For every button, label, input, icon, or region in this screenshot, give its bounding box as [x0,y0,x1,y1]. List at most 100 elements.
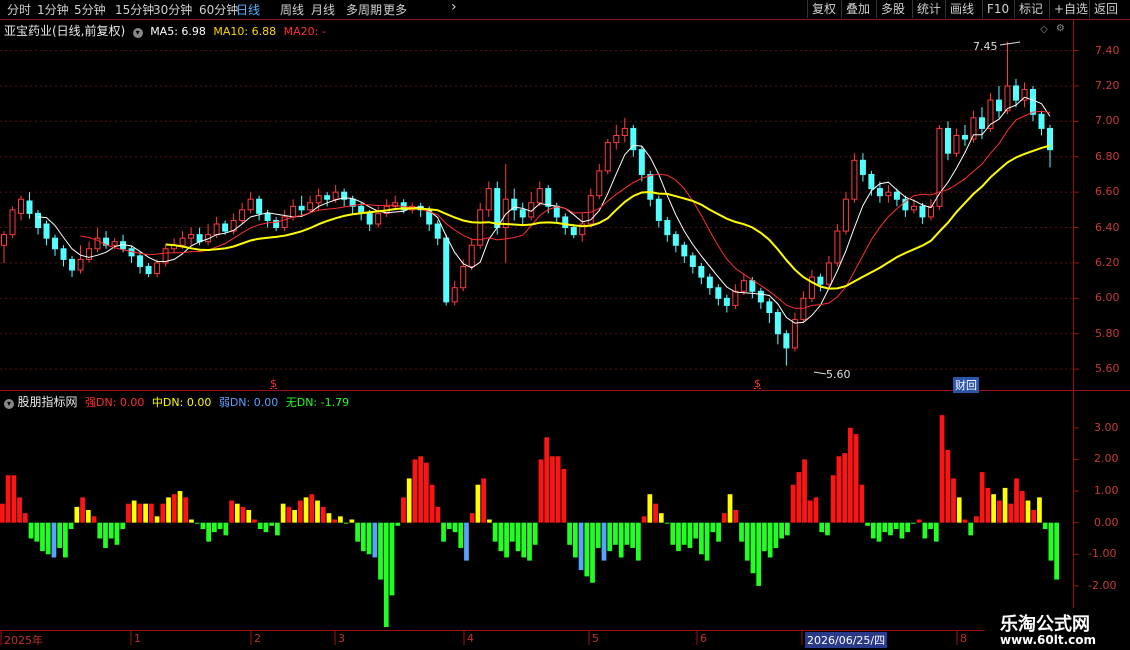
candle-body [970,117,977,140]
indicator-bar [968,522,974,536]
tab-2[interactable]: 5分钟 [74,1,106,18]
indicator-bar [842,453,847,523]
candle-body [1,234,7,246]
indicator-bar [401,497,406,523]
toolbar-button-7[interactable]: +自选 [1049,0,1092,18]
candle-body [1029,88,1036,115]
candle-body [9,209,16,236]
finance-badge[interactable]: 财回 [953,377,979,393]
candle-body [264,212,271,221]
tab-7[interactable]: 周线 [280,1,304,18]
ma5-line [37,96,1051,324]
toolbar-button-3[interactable]: 统计 [912,0,945,18]
indicator-bar [1025,500,1031,523]
dividend-marker[interactable]: $ [270,377,277,390]
period-toolbar: 分时 1分钟 5分钟 15分钟 30分钟 60分钟 日线 周线 月线 多周期 更多 › 复权 叠加 多股 统计… [0,0,1130,19]
indicator-bar [527,522,532,561]
price-tick-label: 6.60 [1095,185,1120,199]
toolbar-button-5[interactable]: F10 [982,0,1013,18]
indicator-bar [183,497,189,523]
low-arrow [813,371,827,375]
indicator-bar [716,522,721,542]
candle-body [69,258,76,271]
indicator-bar [343,522,349,524]
indicator-bar [280,503,286,523]
gear-icon[interactable]: ⚙ [1056,23,1065,34]
indicator-bar [126,503,131,523]
price-tick-label: 6.40 [1095,220,1120,234]
kline-chart[interactable] [0,0,1130,650]
indicator-tick-label: -1.00 [1088,547,1117,561]
indicator-bar [555,456,561,523]
candle-body [681,244,688,257]
indicator-legend: ▾ 股朋指标网 强DN: 0.00 中DN: 0.00 弱DN: 0.00 无D… [4,393,349,410]
indicator-bar [257,522,263,529]
candle-body [247,198,254,211]
candle-body [698,265,705,278]
indicator-bar [189,519,194,523]
collapse-icon[interactable]: ▾ [4,399,14,409]
dividend-marker[interactable]: $ [754,377,761,390]
toolbar-button-8[interactable]: 返回 [1089,0,1122,18]
indicator-bar [372,522,378,558]
toolbar-button-2[interactable]: 多股 [876,0,909,18]
tab-1[interactable]: 1分钟 [37,1,69,18]
tab-9[interactable]: 多周期 [346,1,382,18]
ma20-line [165,144,1051,290]
tab-10[interactable]: 更多 [383,1,407,18]
collapse-icon[interactable]: ▾ [132,28,143,38]
indicator-bar [911,522,916,524]
indicator-bar [962,519,968,523]
candle-body [324,195,331,200]
tab-5[interactable]: 60分钟 [199,1,238,18]
tab-4[interactable]: 30分钟 [153,1,192,18]
indicator-bar [636,522,641,561]
candle-body [383,205,390,214]
indicator-bar [905,522,911,533]
ma20-label: MA20: - [283,25,326,38]
toolbar-button-0[interactable]: 复权 [807,0,840,18]
indicator-bar [933,522,939,542]
indicator-bar [1014,478,1019,523]
indicator-bar [607,522,613,552]
indicator-bar [1048,522,1054,561]
candle-body [817,276,824,285]
date-tick-label: 2026/06/25/四 [805,632,888,648]
candle-body [910,205,917,211]
price-tick-label: 6.00 [1095,291,1120,305]
candle-body [52,237,59,250]
indicator-bar [360,522,366,552]
indicator-bar [97,522,103,539]
tab-0[interactable]: 分时 [7,1,31,18]
indicator-bar [5,475,11,523]
candle-body [409,205,416,211]
candle-body [366,212,373,225]
candle-body [434,223,441,239]
toolbar-button-4[interactable]: 画线 [945,0,978,18]
indicator-tick-label: -2.00 [1088,578,1117,592]
watermark-url: www.60lt.com [1000,633,1097,647]
indicator-bar [532,522,538,545]
diamond-icon[interactable]: ◇ [1040,24,1048,35]
indicator-bar [309,494,315,523]
indicator-bar [974,516,979,523]
chevron-right-icon[interactable]: › [451,0,457,15]
candle-body [978,117,985,129]
tab-3[interactable]: 15分钟 [115,1,154,18]
indicator-bar [750,522,756,574]
indicator-bar [74,506,80,523]
tab-8[interactable]: 月线 [311,1,335,18]
indicator-bar [899,522,905,539]
indicator-bar [91,516,97,523]
toolbar-button-6[interactable]: 标记 [1014,0,1047,18]
toolbar-button-1[interactable]: 叠加 [841,0,874,18]
candle-body [349,198,356,207]
indicator-bar [131,500,137,523]
low-price-label: 5.60 [826,368,851,381]
indicator-bar [45,522,51,555]
indicator-bar [1037,497,1042,523]
indicator-bar [996,500,1002,523]
indicator-bar [939,415,945,523]
indicator-bar [985,487,991,523]
tab-6[interactable]: 日线 [236,1,260,18]
